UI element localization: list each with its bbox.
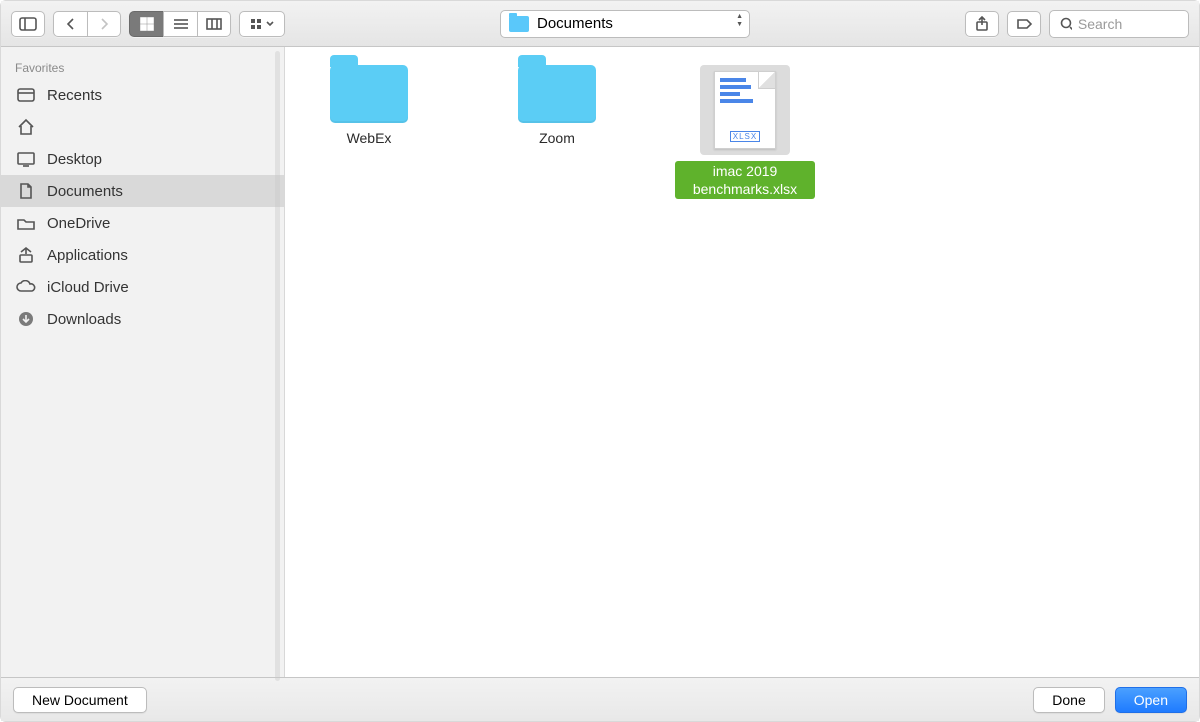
documents-icon	[15, 182, 37, 200]
folder-item[interactable]: Zoom	[487, 65, 627, 147]
recents-icon	[15, 86, 37, 104]
desktop-icon	[15, 150, 37, 168]
downloads-icon	[15, 310, 37, 328]
new-document-button[interactable]: New Document	[13, 687, 147, 713]
folder-icon	[509, 16, 529, 32]
sidebar-item-documents[interactable]: Documents	[1, 175, 284, 207]
view-mode-segment	[129, 11, 231, 37]
group-by-button[interactable]	[239, 11, 285, 37]
nav-back-forward	[53, 11, 121, 37]
forward-button[interactable]	[87, 11, 121, 37]
file-item[interactable]: XLSX imac 2019 benchmarks.xlsx	[675, 65, 815, 199]
footer: New Document Done Open	[1, 677, 1199, 721]
back-button[interactable]	[53, 11, 87, 37]
toolbar: Documents ▲▼	[1, 1, 1199, 47]
folder-icon	[330, 65, 408, 123]
sidebar-item-label: Downloads	[47, 311, 121, 328]
sidebar-item-desktop[interactable]: Desktop	[1, 143, 284, 175]
column-view-button[interactable]	[197, 11, 231, 37]
icon-view-button[interactable]	[129, 11, 163, 37]
sidebar-item-label: Desktop	[47, 151, 102, 168]
search-input[interactable]	[1078, 16, 1178, 32]
sidebar-item-downloads[interactable]: Downloads	[1, 303, 284, 335]
sidebar-item-label: Recents	[47, 87, 102, 104]
sidebar-item-home[interactable]	[1, 111, 284, 143]
sidebar-item-onedrive[interactable]: OneDrive	[1, 207, 284, 239]
path-stepper-icon: ▲▼	[736, 14, 743, 28]
item-label: Zoom	[539, 129, 575, 147]
folder-item[interactable]: WebEx	[299, 65, 439, 147]
toggle-sidebar-button[interactable]	[11, 11, 45, 37]
tags-button[interactable]	[1007, 11, 1041, 37]
cloud-icon	[15, 278, 37, 296]
item-label: imac 2019 benchmarks.xlsx	[675, 161, 815, 199]
applications-icon	[15, 246, 37, 264]
search-icon	[1060, 17, 1072, 31]
sidebar-item-label: OneDrive	[47, 215, 110, 232]
file-ext-badge: XLSX	[730, 131, 760, 142]
done-button[interactable]: Done	[1033, 687, 1104, 713]
path-label: Documents	[537, 15, 613, 32]
sidebar: Favorites Recents Desktop Documents	[1, 47, 285, 677]
sidebar-item-recents[interactable]: Recents	[1, 79, 284, 111]
sidebar-section-label: Favorites	[1, 57, 284, 79]
home-icon	[15, 118, 37, 136]
chevron-down-icon	[266, 21, 274, 27]
search-field[interactable]	[1049, 10, 1189, 38]
path-control[interactable]: Documents ▲▼	[500, 10, 750, 38]
item-label: WebEx	[347, 129, 392, 147]
share-button[interactable]	[965, 11, 999, 37]
list-view-button[interactable]	[163, 11, 197, 37]
sidebar-item-label: Applications	[47, 247, 128, 264]
file-thumbnail: XLSX	[700, 65, 790, 155]
file-grid: WebEx Zoom XLSX imac 2019 benchmarks.xls…	[285, 47, 1199, 677]
sidebar-item-applications[interactable]: Applications	[1, 239, 284, 271]
sidebar-item-label: Documents	[47, 183, 123, 200]
folder-icon	[15, 214, 37, 232]
sidebar-item-label: iCloud Drive	[47, 279, 129, 296]
open-button[interactable]: Open	[1115, 687, 1187, 713]
body: Favorites Recents Desktop Documents	[1, 47, 1199, 677]
folder-icon	[518, 65, 596, 123]
sidebar-resize-handle[interactable]	[270, 47, 284, 677]
sidebar-item-icloud[interactable]: iCloud Drive	[1, 271, 284, 303]
